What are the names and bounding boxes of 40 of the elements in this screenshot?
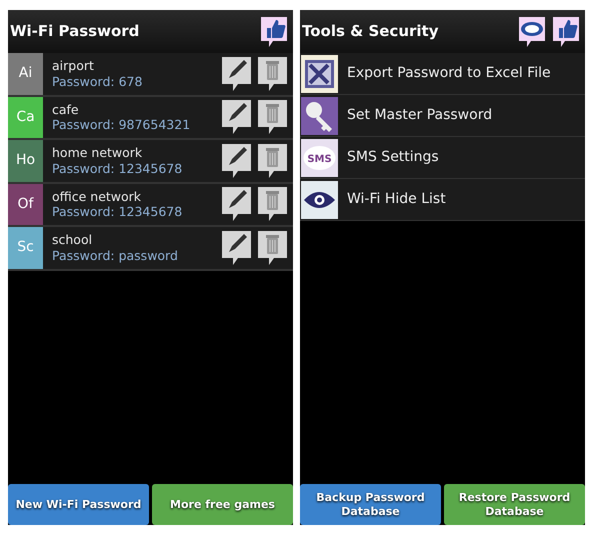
- like-icon[interactable]: [259, 14, 289, 48]
- network-name: office network: [52, 188, 142, 204]
- screen-title: Wi-Fi Password: [10, 21, 140, 42]
- edit-icon[interactable]: [221, 230, 252, 266]
- network-password: Password: 12345678: [52, 204, 184, 220]
- edit-icon[interactable]: [221, 99, 252, 136]
- screen-title: Tools & Security: [302, 21, 440, 42]
- tool-menu-item[interactable]: Set Master Password: [300, 95, 585, 137]
- sms-icon: SMS: [301, 138, 338, 176]
- primary-button[interactable]: Backup Password Database: [300, 484, 441, 525]
- key-icon: [301, 96, 338, 134]
- spreadsheet-icon: [301, 54, 338, 92]
- tool-menu-item[interactable]: SMS SMS Settings: [300, 137, 585, 179]
- network-name: cafe: [52, 102, 80, 118]
- primary-button[interactable]: New Wi-Fi Password: [8, 484, 149, 525]
- avatar-tile: Ho: [8, 140, 43, 182]
- edit-icon[interactable]: [221, 142, 252, 179]
- avatar-tile: Sc: [8, 227, 43, 268]
- avatar-tile: Ai: [8, 53, 43, 94]
- trash-icon[interactable]: [257, 230, 288, 266]
- trash-icon[interactable]: [257, 56, 288, 92]
- trash-icon[interactable]: [257, 186, 288, 222]
- network-password: Password: 12345678: [52, 160, 184, 176]
- network-name: school: [52, 232, 94, 248]
- trash-icon[interactable]: [257, 99, 288, 136]
- trash-icon[interactable]: [257, 142, 288, 179]
- avatar-tile: Of: [8, 184, 43, 225]
- eye-icon: [301, 180, 338, 218]
- edit-icon[interactable]: [221, 56, 252, 92]
- network-password: Password: 987654321: [52, 117, 192, 133]
- badge-icon[interactable]: [517, 14, 547, 48]
- network-password: Password: 678: [52, 74, 144, 90]
- network-name: airport: [52, 58, 95, 74]
- avatar-tile: Ca: [8, 96, 43, 138]
- edit-icon[interactable]: [221, 186, 252, 222]
- like-icon[interactable]: [551, 14, 581, 48]
- network-name: home network: [52, 145, 144, 161]
- tool-menu-item[interactable]: Wi-Fi Hide List: [300, 179, 585, 221]
- tool-menu-item[interactable]: Export Password to Excel File: [300, 53, 585, 95]
- network-password: Password: password: [52, 248, 179, 264]
